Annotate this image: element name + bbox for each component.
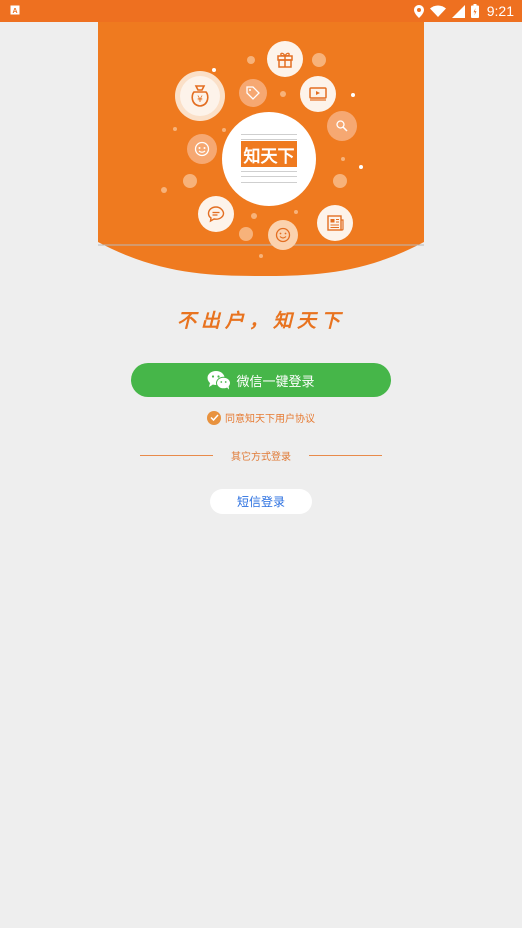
gift-icon — [267, 41, 303, 77]
chat-icon — [198, 196, 234, 232]
hero-banner: 知天下 ¥ — [98, 22, 424, 278]
app-logo: 知天下 — [222, 112, 316, 206]
a-box-icon: A — [10, 3, 20, 19]
agreement-label[interactable]: 同意知天下用户协议 — [225, 410, 315, 425]
sms-login-label: 短信登录 — [236, 495, 285, 509]
battery-icon — [470, 4, 479, 18]
wechat-login-label: 微信一键登录 — [236, 374, 315, 390]
wechat-icon — [207, 370, 232, 390]
svg-text:A: A — [12, 8, 17, 15]
location-icon — [413, 4, 424, 18]
divider-line-right — [309, 454, 382, 456]
slogan: 不出户，知天下 — [176, 310, 345, 332]
agreement-row[interactable]: 同意知天下用户协议 — [0, 410, 522, 425]
wifi-icon — [429, 5, 446, 17]
money-bag-icon: ¥ — [175, 71, 225, 121]
checkbox-checked-icon[interactable] — [207, 410, 221, 425]
status-bar: A 9:21 — [0, 0, 522, 22]
logo-text: 知天下 — [243, 146, 295, 167]
signal-icon — [451, 4, 465, 18]
divider-line-left — [140, 454, 213, 456]
video-icon — [300, 76, 336, 112]
tag-icon — [239, 79, 267, 107]
newspaper-icon — [317, 205, 353, 241]
other-methods-label: 其它方式登录 — [231, 451, 291, 463]
smile-icon — [268, 220, 298, 250]
wechat-login-button[interactable]: 微信一键登录 — [131, 363, 391, 397]
other-methods-divider: 其它方式登录 — [140, 447, 382, 463]
face-icon — [187, 134, 217, 164]
search-doc-icon — [327, 111, 357, 141]
sms-login-button[interactable]: 短信登录 — [210, 489, 312, 514]
svg-text:¥: ¥ — [197, 95, 203, 105]
status-time: 9:21 — [486, 3, 514, 19]
